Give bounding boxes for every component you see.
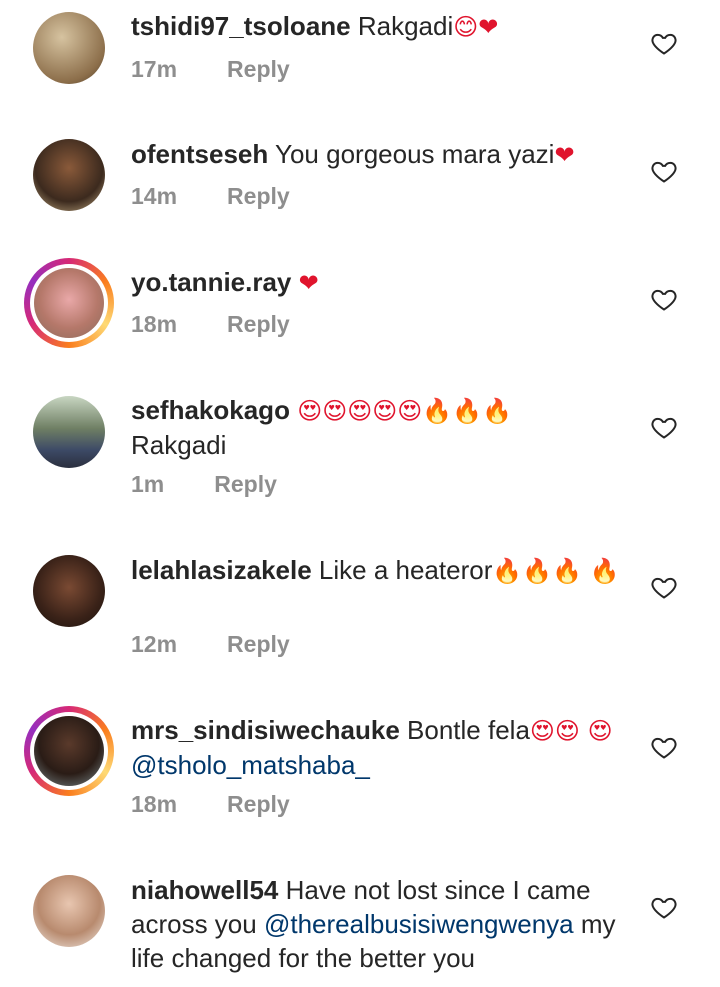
- comment-emoji: 🔥🔥🔥 🔥: [492, 557, 620, 585]
- heart-outline-icon[interactable]: [650, 29, 678, 57]
- heart-outline-icon[interactable]: [650, 733, 678, 761]
- comment-text-line2: Rakgadi: [131, 430, 227, 460]
- comment-timestamp: 18m: [131, 791, 178, 817]
- heart-outline-icon[interactable]: [650, 285, 678, 313]
- comment-mention[interactable]: @tsholo_matshaba_: [131, 750, 370, 780]
- heart-outline-icon[interactable]: [650, 893, 678, 921]
- comment-timestamp: 17m: [131, 56, 178, 82]
- avatar[interactable]: [33, 555, 105, 627]
- reply-button[interactable]: Reply: [227, 183, 290, 209]
- comment-timestamp: 18m: [131, 311, 178, 337]
- avatar[interactable]: [33, 139, 105, 211]
- comment-emoji: ❤: [554, 141, 575, 169]
- avatar[interactable]: [33, 12, 105, 84]
- comment-text: Like a heateror: [311, 555, 493, 585]
- reply-button[interactable]: Reply: [227, 56, 290, 82]
- comment-text: Rakgadi: [350, 11, 454, 41]
- reply-button[interactable]: Reply: [227, 311, 290, 337]
- comment-emoji: 😍😍 😍: [529, 717, 613, 745]
- comment-username[interactable]: niahowell54: [131, 875, 278, 905]
- comment-timestamp: 1m: [131, 471, 165, 497]
- avatar[interactable]: [33, 875, 105, 947]
- heart-outline-icon[interactable]: [650, 573, 678, 601]
- avatar-story-ring[interactable]: [24, 258, 114, 348]
- comment-username[interactable]: lelahlasizakele: [131, 555, 312, 585]
- comment-mention[interactable]: @therealbusisiwengwenya: [264, 909, 574, 939]
- comment-timestamp: 14m: [131, 183, 178, 209]
- comment-item: niahowell54 Have not lost since I came a…: [0, 864, 720, 987]
- comment-text: Bontle fela: [399, 715, 530, 745]
- avatar[interactable]: [33, 396, 105, 468]
- reply-button[interactable]: Reply: [227, 791, 290, 817]
- avatar-story-ring[interactable]: [24, 706, 114, 796]
- comment-emoji: 😊❤: [453, 13, 499, 41]
- comment-text: [291, 267, 298, 297]
- comment-username[interactable]: sefhakokago: [131, 395, 290, 425]
- comment-username[interactable]: ofentseseh: [131, 139, 268, 169]
- comment-text: You gorgeous mara yazi: [268, 139, 555, 169]
- comment-username[interactable]: tshidi97_tsoloane: [131, 11, 351, 41]
- comment-emoji: 😍😍😍😍😍🔥🔥🔥: [297, 397, 512, 425]
- reply-button[interactable]: Reply: [227, 631, 290, 657]
- comment-username[interactable]: yo.tannie.ray: [131, 267, 291, 297]
- comment-username[interactable]: mrs_sindisiwechauke: [131, 715, 400, 745]
- reply-button[interactable]: Reply: [214, 471, 277, 497]
- comment-emoji: ❤: [298, 269, 319, 297]
- comment-timestamp: 12m: [131, 631, 178, 657]
- heart-outline-icon[interactable]: [650, 157, 678, 185]
- heart-outline-icon[interactable]: [650, 413, 678, 441]
